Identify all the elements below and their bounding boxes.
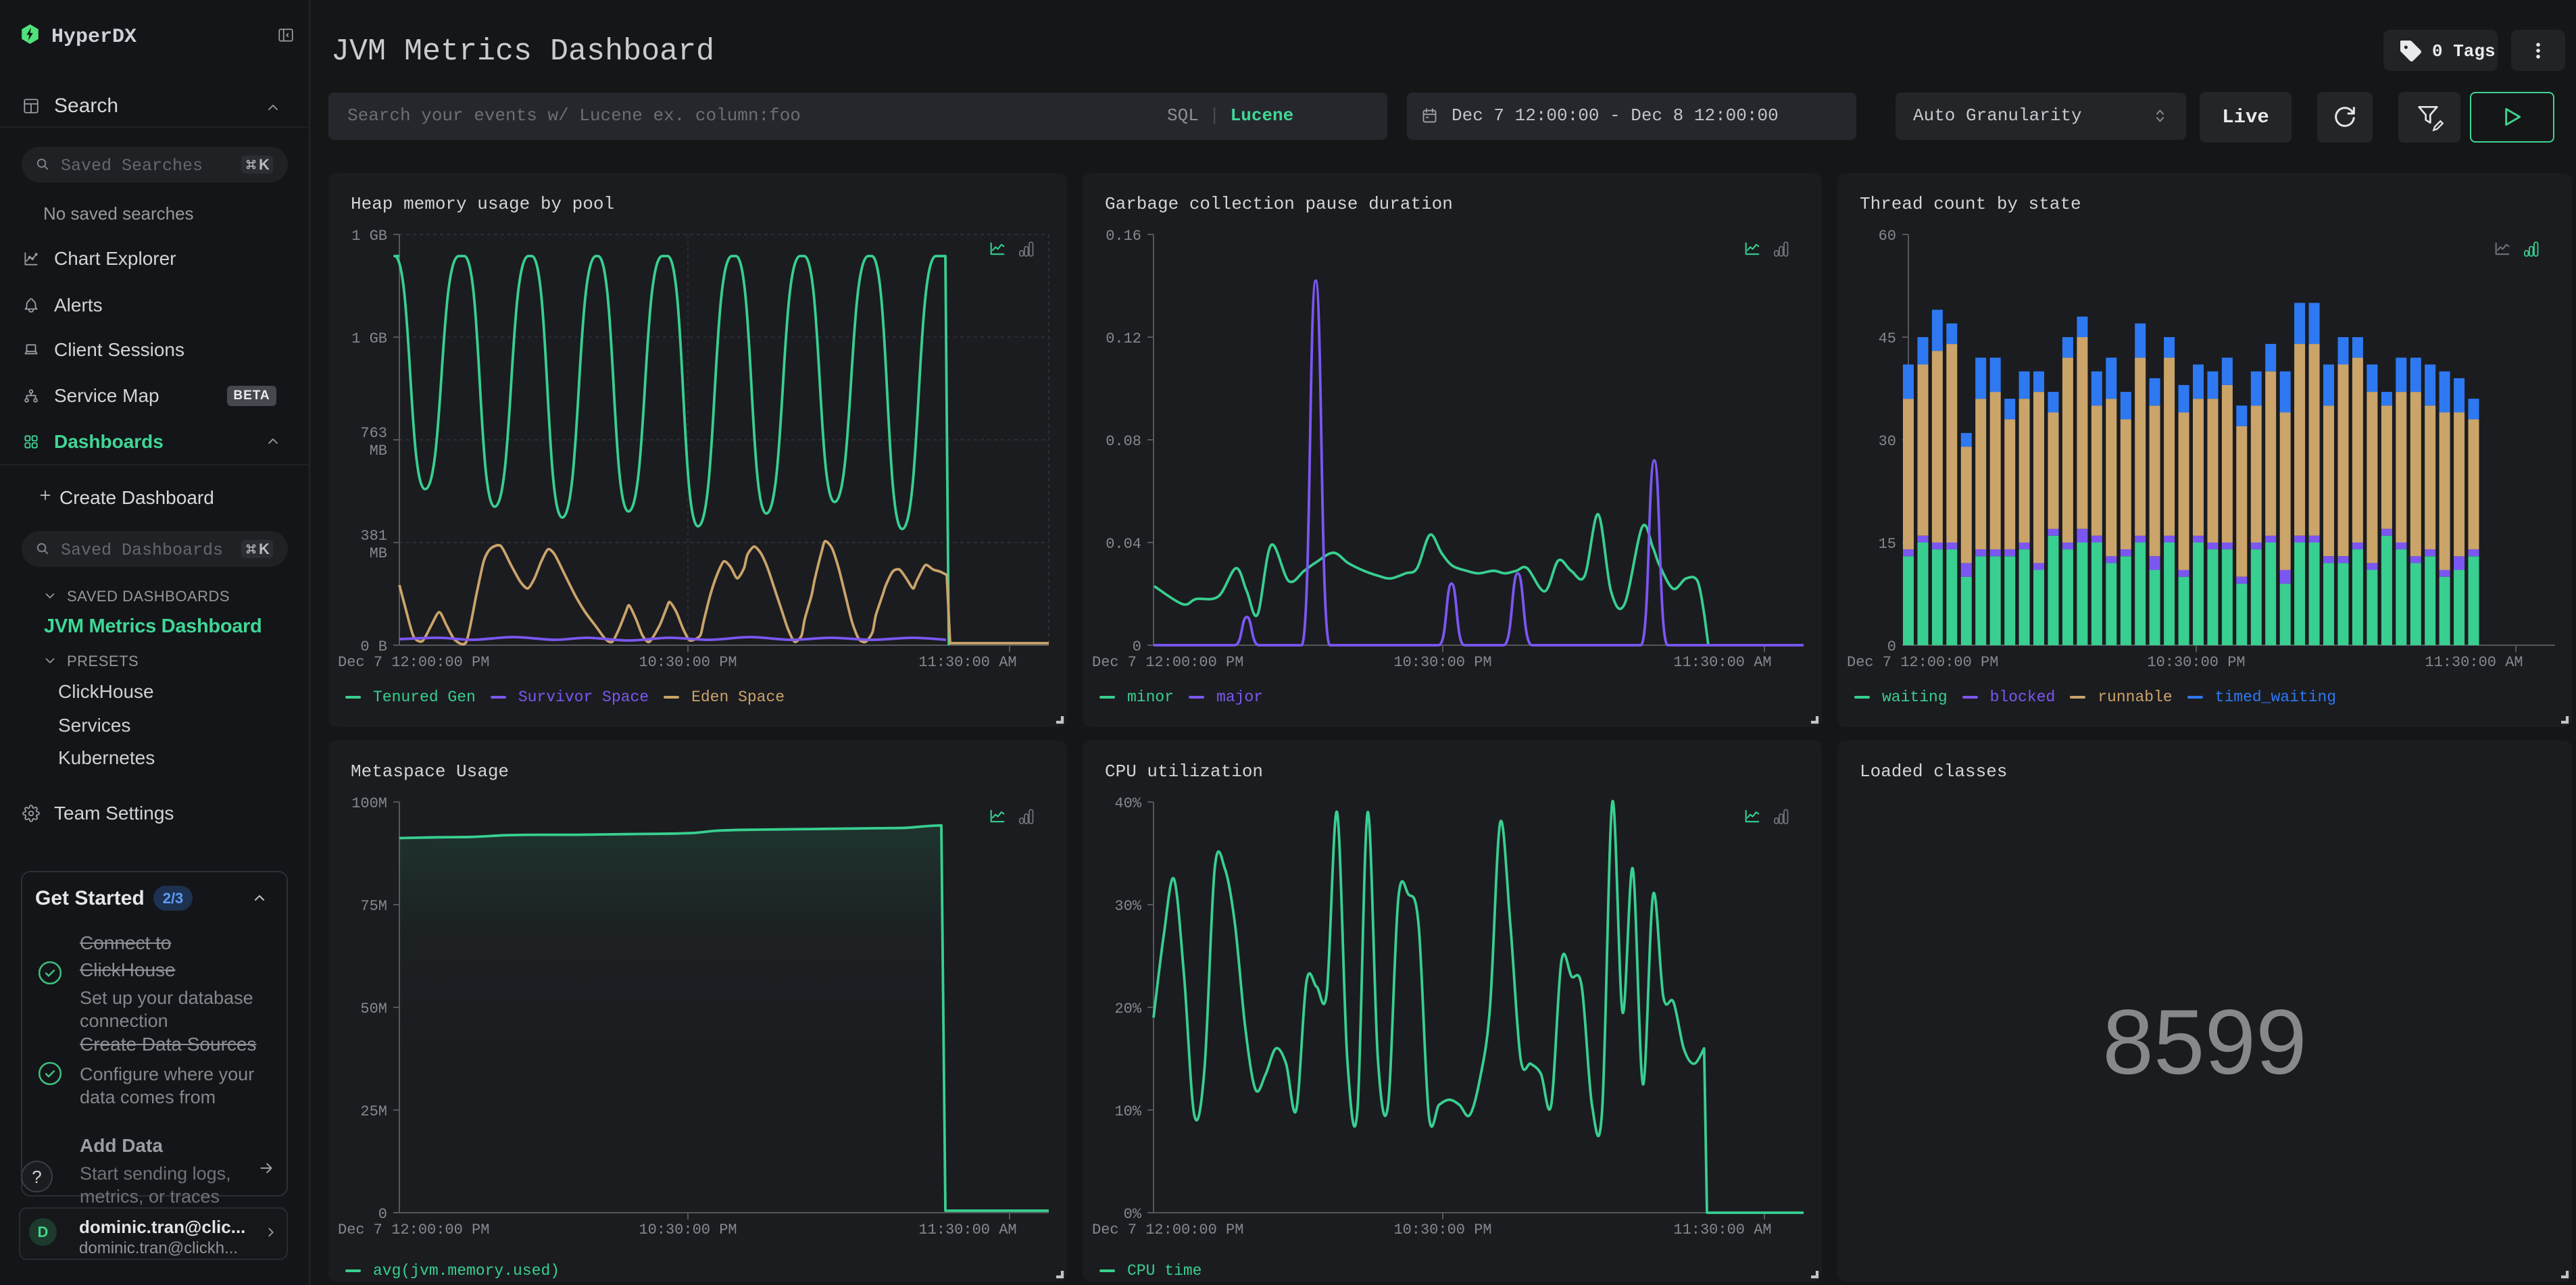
svg-text:Dec 7 12:00:00 PM: Dec 7 12:00:00 PM [338,1221,489,1238]
svg-text:0.04: 0.04 [1106,536,1141,553]
svg-text:1 GB: 1 GB [351,330,387,347]
svg-text:0: 0 [1887,638,1896,655]
svg-text:11:30:00 AM: 11:30:00 AM [2425,654,2523,671]
svg-text:Dec 7 12:00:00 PM: Dec 7 12:00:00 PM [1092,1221,1243,1238]
svg-text:45: 45 [1879,330,1896,347]
svg-text:10:30:00 PM: 10:30:00 PM [2147,654,2245,671]
svg-text:10:30:00 PM: 10:30:00 PM [639,654,737,671]
svg-text:0.12: 0.12 [1106,330,1141,347]
svg-text:30%: 30% [1114,898,1141,915]
svg-text:11:30:00 AM: 11:30:00 AM [918,654,1016,671]
svg-text:11:30:00 AM: 11:30:00 AM [1673,654,1771,671]
svg-text:0.16: 0.16 [1106,228,1141,245]
svg-text:40%: 40% [1114,795,1141,812]
svg-text:1 GB: 1 GB [351,228,387,245]
svg-text:25M: 25M [360,1103,387,1120]
svg-text:763: 763 [360,425,387,442]
svg-text:10:30:00 PM: 10:30:00 PM [639,1221,737,1238]
svg-text:10:30:00 PM: 10:30:00 PM [1393,654,1491,671]
svg-text:10:30:00 PM: 10:30:00 PM [1393,1221,1491,1238]
svg-text:Dec 7 12:00:00 PM: Dec 7 12:00:00 PM [338,654,489,671]
svg-text:11:30:00 AM: 11:30:00 AM [1673,1221,1771,1238]
svg-text:30: 30 [1879,433,1896,450]
svg-text:0: 0 [378,1206,387,1223]
svg-text:0%: 0% [1124,1206,1142,1223]
svg-text:15: 15 [1879,536,1896,553]
svg-text:Dec 7 12:00:00 PM: Dec 7 12:00:00 PM [1092,654,1243,671]
svg-text:0: 0 [1133,638,1141,655]
svg-text:MB: MB [370,545,387,562]
svg-text:MB: MB [370,443,387,459]
svg-text:20%: 20% [1114,1001,1141,1017]
svg-text:100M: 100M [351,795,387,812]
svg-text:0 B: 0 B [360,638,387,655]
svg-text:60: 60 [1879,228,1896,245]
svg-text:Dec 7 12:00:00 PM: Dec 7 12:00:00 PM [1847,654,1998,671]
svg-text:0.08: 0.08 [1106,433,1141,450]
svg-text:381: 381 [360,528,387,545]
svg-text:10%: 10% [1114,1103,1141,1120]
svg-text:75M: 75M [360,898,387,915]
svg-text:11:30:00 AM: 11:30:00 AM [918,1221,1016,1238]
svg-text:50M: 50M [360,1001,387,1017]
